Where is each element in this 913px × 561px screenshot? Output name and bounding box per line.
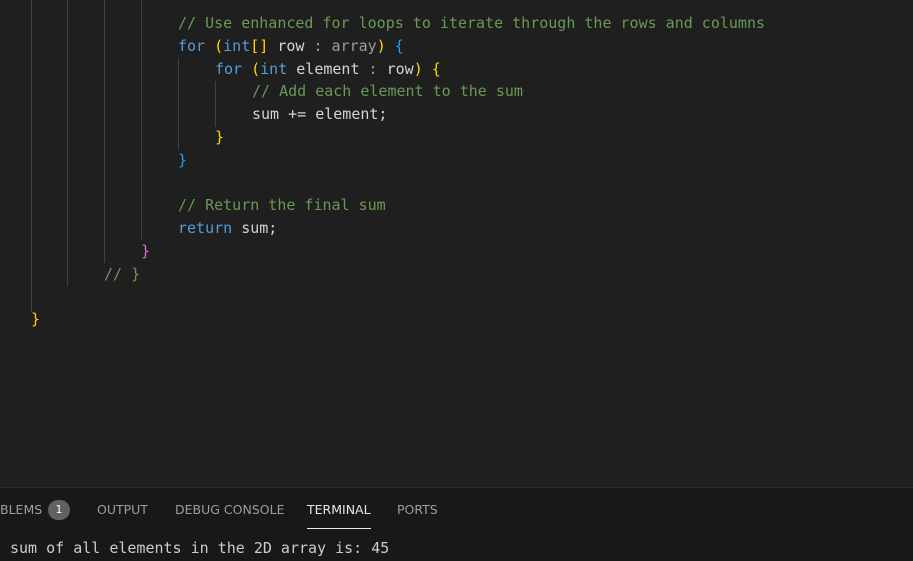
indent-guide [67, 0, 68, 286]
code-line: // Add each element to the sum [252, 80, 523, 103]
code-token: [] [250, 37, 269, 55]
indent-guide [104, 0, 105, 263]
terminal-output[interactable]: sum of all elements in the 2D array is: … [10, 537, 389, 559]
code-token: int [260, 60, 288, 78]
indent-guide [215, 81, 216, 127]
code-token: sum; [232, 219, 278, 237]
code-line: // } [104, 263, 140, 286]
code-token: int [223, 37, 251, 55]
tab-ports[interactable]: PORTS [397, 488, 438, 526]
code-line: // Return the final sum [178, 194, 386, 217]
code-token: // Add each element to the sum [252, 82, 523, 100]
code-line: return sum; [178, 217, 277, 240]
code-token: element [287, 60, 369, 78]
active-tab-indicator [307, 528, 371, 529]
tab-terminal[interactable]: TERMINAL [307, 488, 371, 529]
code-token: } [141, 242, 151, 260]
code-line: } [178, 149, 187, 172]
code-token: for [215, 60, 243, 78]
code-line: } [31, 308, 40, 331]
code-token: // Use enhanced for loops to iterate thr… [178, 14, 765, 32]
code-line: sum += element; [252, 103, 387, 126]
tab-label: TERMINAL [307, 502, 371, 517]
code-token: { [431, 60, 441, 78]
problems-count-badge: 1 [48, 500, 70, 520]
code-token: row [377, 60, 414, 78]
code-token: // } [104, 265, 141, 283]
code-line: // Use enhanced for loops to iterate thr… [178, 12, 765, 35]
tab-problems[interactable]: BLEMS 1 [0, 488, 70, 526]
code-token: } [31, 310, 41, 328]
code-line: } [215, 126, 224, 149]
indent-guide [141, 0, 142, 240]
code-token: row [268, 37, 314, 55]
code-token: ( [251, 60, 261, 78]
tab-label: DEBUG CONSOLE [175, 502, 285, 517]
tab-label: OUTPUT [97, 502, 148, 517]
code-editor[interactable]: // Use enhanced for loops to iterate thr… [0, 0, 913, 487]
tab-output[interactable]: OUTPUT [97, 488, 148, 526]
code-line: for (int[] row : array) { [178, 35, 404, 58]
code-token: for [178, 37, 206, 55]
code-token: : [368, 60, 378, 78]
code-line: for (int element : row) { [215, 58, 441, 81]
code-token: ( [214, 37, 224, 55]
code-token: } [215, 128, 225, 146]
code-token: // Return the final sum [178, 196, 386, 214]
bottom-panel: BLEMS 1 OUTPUT DEBUG CONSOLE TERMINAL PO… [0, 487, 913, 561]
code-token: ) [413, 60, 423, 78]
indent-guide [178, 58, 179, 150]
code-token: sum += element; [252, 105, 388, 123]
code-token: } [178, 151, 188, 169]
tab-debug-console[interactable]: DEBUG CONSOLE [175, 488, 284, 526]
code-token: { [394, 37, 404, 55]
tab-label: PORTS [397, 502, 438, 517]
code-token: : array [313, 37, 377, 55]
code-token: return [178, 219, 233, 237]
code-token: ) [376, 37, 386, 55]
tab-label: BLEMS [0, 502, 43, 517]
code-line: } [141, 240, 150, 263]
indent-guide [31, 0, 32, 312]
